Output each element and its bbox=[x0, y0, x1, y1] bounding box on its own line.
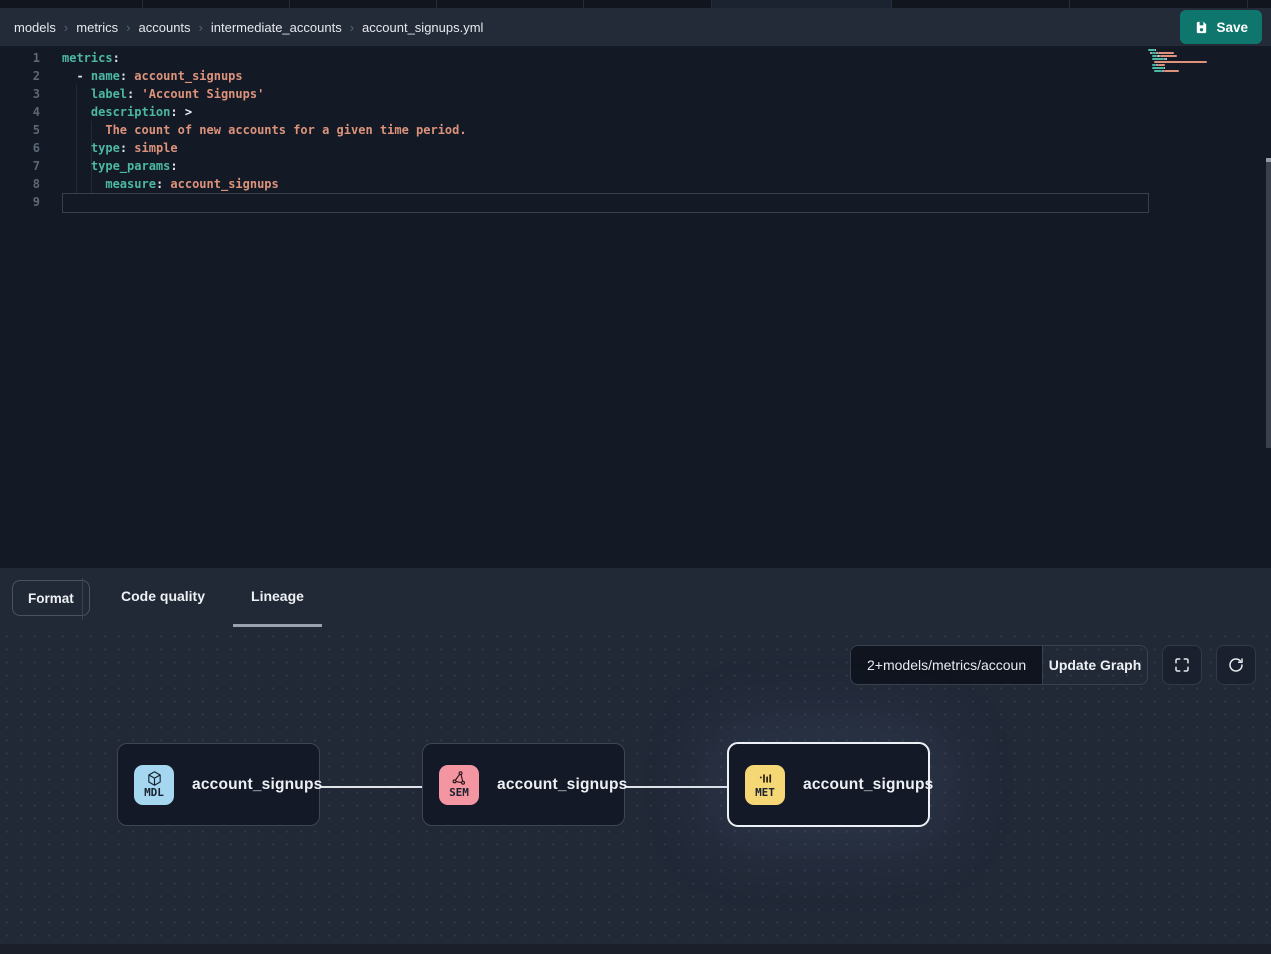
save-button-label: Save bbox=[1216, 20, 1248, 35]
breadcrumb-item[interactable]: accounts bbox=[139, 20, 191, 35]
chevron-right-icon: › bbox=[64, 20, 68, 35]
sem-badge: SEM bbox=[439, 765, 479, 805]
panel-header: Format Code qualityLineage bbox=[0, 568, 1271, 630]
chevron-right-icon: › bbox=[126, 20, 130, 35]
code-lines: 1metrics:2 - name: account_signups3 labe… bbox=[0, 46, 1271, 211]
node-label: account_signups bbox=[803, 776, 933, 794]
lineage-node-sem[interactable]: SEM account_signups bbox=[422, 743, 625, 826]
lineage-graph[interactable]: Update Graph bbox=[0, 630, 1271, 954]
badge-label: SEM bbox=[449, 787, 469, 799]
window-tab[interactable] bbox=[0, 0, 143, 8]
lineage-edge bbox=[625, 786, 727, 788]
lineage-node-met[interactable]: MET account_signups bbox=[727, 742, 930, 827]
cube-icon bbox=[146, 770, 163, 787]
code-editor[interactable]: 1metrics:2 - name: account_signups3 labe… bbox=[0, 46, 1271, 568]
line-number: 7 bbox=[0, 157, 40, 175]
indent-guide bbox=[76, 85, 77, 193]
format-button[interactable]: Format bbox=[12, 580, 90, 616]
tab-code-quality[interactable]: Code quality bbox=[103, 568, 223, 627]
code-line-7[interactable]: 7 type_params: bbox=[0, 157, 1271, 175]
line-number: 6 bbox=[0, 139, 40, 157]
met-badge: MET bbox=[745, 765, 785, 805]
window-tab[interactable] bbox=[290, 0, 437, 8]
editor-scrollbar[interactable] bbox=[1266, 158, 1271, 448]
breadcrumb-item[interactable]: models bbox=[14, 20, 56, 35]
node-label: account_signups bbox=[192, 776, 322, 794]
divider bbox=[82, 578, 83, 620]
line-number: 3 bbox=[0, 85, 40, 103]
window-tab[interactable] bbox=[1248, 0, 1271, 8]
code-line-8[interactable]: 8 measure: account_signups bbox=[0, 175, 1271, 193]
line-number: 2 bbox=[0, 67, 40, 85]
lineage-controls: Update Graph bbox=[850, 645, 1256, 685]
chevron-right-icon: › bbox=[350, 20, 354, 35]
badge-label: MET bbox=[755, 787, 775, 799]
mdl-badge: MDL bbox=[134, 765, 174, 805]
editor-minimap[interactable] bbox=[1148, 48, 1212, 75]
code-line-4[interactable]: 4 description: > bbox=[0, 103, 1271, 121]
breadcrumb-item[interactable]: account_signups.yml bbox=[362, 20, 483, 35]
lineage-selector-input[interactable] bbox=[851, 646, 1043, 684]
indent-guide bbox=[91, 121, 92, 193]
ide-window: models › metrics › accounts › intermediate_acc… bbox=[0, 0, 1271, 954]
code-line-2[interactable]: 2 - name: account_signups bbox=[0, 67, 1271, 85]
update-graph-button[interactable]: Update Graph bbox=[1043, 646, 1147, 684]
breadcrumb-item[interactable]: metrics bbox=[76, 20, 118, 35]
line-number: 5 bbox=[0, 121, 40, 139]
window-tab[interactable] bbox=[892, 0, 1070, 8]
chevron-right-icon: › bbox=[199, 20, 203, 35]
line-number: 1 bbox=[0, 49, 40, 67]
window-tab[interactable] bbox=[437, 0, 584, 8]
tab-lineage[interactable]: Lineage bbox=[233, 568, 322, 627]
panel-tabs: Code qualityLineage bbox=[98, 568, 327, 630]
line-number: 4 bbox=[0, 103, 40, 121]
code-line-6[interactable]: 6 type: simple bbox=[0, 139, 1271, 157]
breadcrumb-item[interactable]: intermediate_accounts bbox=[211, 20, 342, 35]
node-label: account_signups bbox=[497, 776, 627, 794]
line-number: 8 bbox=[0, 175, 40, 193]
save-button[interactable]: Save bbox=[1180, 10, 1262, 44]
bottom-panel: Format Code qualityLineage Update Graph bbox=[0, 568, 1271, 954]
refresh-icon bbox=[1227, 656, 1245, 674]
graph-bottom-strip bbox=[0, 944, 1271, 954]
expand-icon bbox=[1173, 656, 1191, 674]
code-line-9[interactable]: 9 bbox=[0, 193, 1271, 211]
metric-chart-icon bbox=[757, 770, 774, 787]
breadcrumb-bar: models › metrics › accounts › intermediate_acc… bbox=[0, 8, 1271, 46]
window-tab[interactable] bbox=[584, 0, 712, 8]
lineage-edge bbox=[320, 786, 422, 788]
selector-group: Update Graph bbox=[850, 645, 1148, 685]
window-tab-active[interactable] bbox=[712, 0, 892, 8]
window-tab[interactable] bbox=[143, 0, 290, 8]
lineage-node-mdl[interactable]: MDL account_signups bbox=[117, 743, 320, 826]
badge-label: MDL bbox=[144, 787, 164, 799]
refresh-button[interactable] bbox=[1216, 645, 1256, 685]
scrollbar-thumb[interactable] bbox=[1266, 158, 1271, 162]
fullscreen-button[interactable] bbox=[1162, 645, 1202, 685]
breadcrumb: models › metrics › accounts › intermediate_acc… bbox=[14, 20, 1180, 35]
code-line-1[interactable]: 1metrics: bbox=[0, 49, 1271, 67]
line-number: 9 bbox=[0, 193, 40, 211]
code-line-3[interactable]: 3 label: 'Account Signups' bbox=[0, 85, 1271, 103]
window-tab[interactable] bbox=[1070, 0, 1248, 8]
window-tab-strip bbox=[0, 0, 1271, 8]
semantic-network-icon bbox=[451, 770, 468, 787]
floppy-icon bbox=[1194, 20, 1209, 35]
code-line-5[interactable]: 5 The count of new accounts for a given … bbox=[0, 121, 1271, 139]
